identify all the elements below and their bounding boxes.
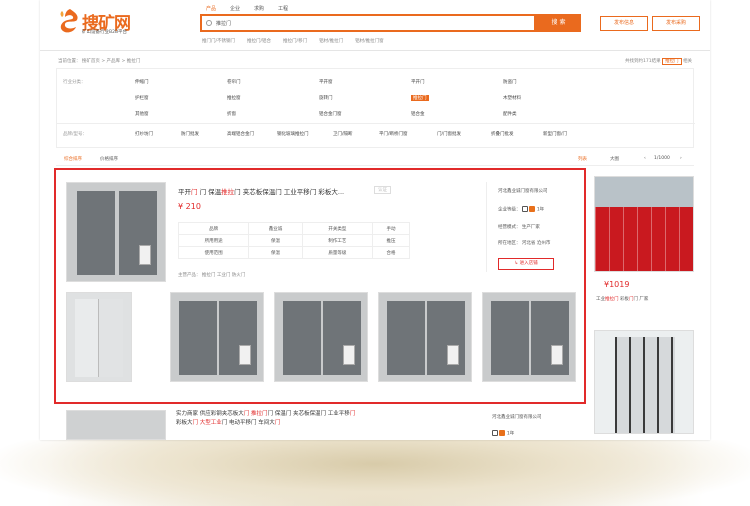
search-input[interactable]: 推拉门 — [200, 14, 536, 32]
view-grid[interactable]: 大图 — [610, 156, 619, 162]
side-ad-image[interactable] — [594, 176, 694, 272]
side-name[interactable]: 工业推拉门 彩板门门 厂家 — [596, 296, 648, 302]
result-prefix: 共找到约171结果 — [625, 59, 661, 64]
brand-item[interactable]: 平门/断桥门窗 — [379, 131, 408, 137]
listing2-grade: 1年 — [492, 430, 514, 437]
search-icon — [206, 20, 212, 26]
header-divider — [40, 50, 710, 51]
spec-table: 品牌 鑫业诚 开关类型 手动 所用用途 保温 制作工艺 推压 使用范围 保温 质量等级 合格 — [177, 222, 410, 259]
medal-icon — [529, 206, 536, 212]
search-query: 推拉门 — [216, 21, 232, 27]
filter-item[interactable]: 木塑材料 — [503, 95, 521, 101]
shield-icon — [492, 430, 498, 436]
search-button[interactable]: 搜 索 — [536, 14, 581, 32]
tab-product[interactable]: 产品 — [206, 5, 216, 12]
filter-item[interactable]: 平开窗 — [319, 79, 333, 85]
filter-divider — [57, 123, 695, 124]
hot-word[interactable]: 推拉门/移门 — [283, 38, 307, 44]
bottom-glow — [0, 440, 750, 506]
flame-s-icon — [60, 9, 78, 33]
filter-item[interactable]: 卷帘门 — [227, 79, 241, 85]
product-main-image[interactable] — [66, 182, 166, 282]
side-price: ¥1019 — [604, 280, 630, 289]
listing2-image[interactable] — [66, 410, 166, 440]
site-logo[interactable]: 搜矿网 矿山设备行业B2B平台 — [58, 7, 132, 37]
brand-item[interactable]: 高端铝合金门 — [227, 131, 254, 137]
filter-item[interactable]: 配件类 — [503, 111, 517, 117]
filter-item-active[interactable]: 推拉门 — [411, 95, 429, 101]
listing2-seller[interactable]: 河北鑫业诚门窗有限公司 — [492, 414, 542, 420]
breadcrumb: 当前位置： 搜矿首页 > 产品库 > 推拉门 — [58, 59, 141, 64]
filter-item[interactable]: 伸缩门 — [135, 79, 149, 85]
brand-item[interactable]: 新型门窗/门 — [543, 131, 567, 137]
brand-item[interactable]: 卫门/隔断 — [333, 131, 353, 137]
enter-shop-button[interactable]: ↳ 进入店铺 — [498, 258, 554, 270]
shield-icon — [521, 206, 528, 212]
hot-word[interactable]: 推拉门/铝合 — [247, 38, 271, 44]
sort-bar: 综合排序 价格排序 列表 大图 ‹ 1/1000 › — [56, 154, 694, 166]
certified-tag: 认证 — [374, 186, 391, 194]
result-suffix: 相关 — [683, 59, 692, 64]
filter-item[interactable]: 铝合金门窗 — [319, 111, 342, 117]
brand-item[interactable]: 打纱坊门 — [135, 131, 153, 137]
product-thumb[interactable] — [482, 292, 576, 382]
filter-item[interactable]: 推拉窗 — [227, 95, 241, 101]
logo-subtitle: 矿山设备行业B2B平台 — [82, 30, 128, 35]
brand-item[interactable]: 防门批发 — [181, 131, 199, 137]
chevron-left-icon[interactable]: ‹ — [644, 156, 646, 161]
brand-item[interactable]: 门/门窗批发 — [437, 131, 461, 137]
result-count: 共找到约171结果 推拉门 相关 — [625, 58, 692, 65]
category-filter: 行业分类： 伸缩门 卷帘门 平开窗 平开门 防盗门 护栏窗 推拉窗 旋转门 推拉… — [56, 68, 695, 148]
pager: 1/1000 — [654, 156, 670, 161]
contact-icon: ↳ — [514, 261, 519, 266]
product-title[interactable]: 平开门 门 保温推拉门 夹芯板保温门 工业平移门 彩板大... — [178, 186, 344, 196]
seller-location: 所在地区： 河北省 沧州市 — [498, 241, 551, 246]
chevron-right-icon[interactable]: › — [680, 156, 682, 161]
medal-icon — [499, 430, 506, 436]
product-thumb[interactable] — [378, 292, 472, 382]
product-thumb[interactable] — [66, 292, 132, 382]
card-divider — [486, 182, 487, 272]
seller-grade: 企业等级： 1年 — [498, 206, 545, 213]
product-card-highlighted[interactable]: 平开门 门 保温推拉门 夹芯板保温门 工业平移门 彩板大... 认证 ¥ 210… — [54, 168, 586, 404]
filter-item[interactable]: 旋转门 — [319, 95, 333, 101]
hot-word[interactable]: 铝材/推拉门 — [319, 38, 343, 44]
search-tabs: 产品 企业 求购 工程 — [206, 5, 288, 12]
hot-words: 推门门/不锈钢门 推拉门/铝合 推拉门/移门 铝材/推拉门 铝材/推拉门窗 — [202, 38, 384, 44]
sort-default[interactable]: 综合排序 — [64, 156, 82, 162]
filter-item[interactable]: 其他窗 — [135, 111, 149, 117]
result-query-tag[interactable]: 推拉门 — [662, 58, 682, 65]
side-ad-image-2[interactable] — [594, 330, 694, 434]
brand-item[interactable]: 折叠门批发 — [491, 131, 514, 137]
seller-type: 经营模式： 生产厂家 — [498, 225, 540, 230]
tab-company[interactable]: 企业 — [230, 5, 240, 12]
filter-label-brand: 品牌/型号： — [63, 132, 88, 137]
filter-label-category: 行业分类： — [63, 80, 86, 85]
sort-price[interactable]: 价格排序 — [100, 156, 118, 162]
tab-project[interactable]: 工程 — [278, 5, 288, 12]
publish-info-button[interactable]: 发布信息 — [600, 16, 648, 31]
screenshot-frame: 搜矿网 矿山设备行业B2B平台 产品 企业 求购 工程 推拉门 搜 索 推门门/… — [40, 0, 710, 440]
product-thumb[interactable] — [274, 292, 368, 382]
filter-item[interactable]: 护栏窗 — [135, 95, 149, 101]
view-list[interactable]: 列表 — [578, 156, 587, 162]
publish-purchase-button[interactable]: 发布采购 — [652, 16, 700, 31]
tab-purchase[interactable]: 求购 — [254, 5, 264, 12]
brand-item[interactable]: 钢化玻璃推拉门 — [277, 131, 309, 137]
main-products: 主营产品： 推拉门 工业门 防火门 — [178, 273, 246, 278]
filter-item[interactable]: 防盗门 — [503, 79, 517, 85]
filter-item[interactable]: 铝合金 — [411, 111, 425, 117]
product-price: ¥ 210 — [178, 202, 201, 211]
hot-word[interactable]: 铝材/推拉门窗 — [355, 38, 384, 44]
filter-item[interactable]: 折窗 — [227, 111, 236, 117]
product-thumb[interactable] — [170, 292, 264, 382]
filter-item[interactable]: 平开门 — [411, 79, 425, 85]
seller-name[interactable]: 河北鑫业诚门窗有限公司 — [498, 188, 548, 194]
hot-word[interactable]: 推门门/不锈钢门 — [202, 38, 235, 44]
listing2-title[interactable]: 实力商家 供应彩钢夹芯板大门 推拉门门 保温门 夹芯板保温门 工业平移门 彩板大… — [176, 410, 355, 428]
